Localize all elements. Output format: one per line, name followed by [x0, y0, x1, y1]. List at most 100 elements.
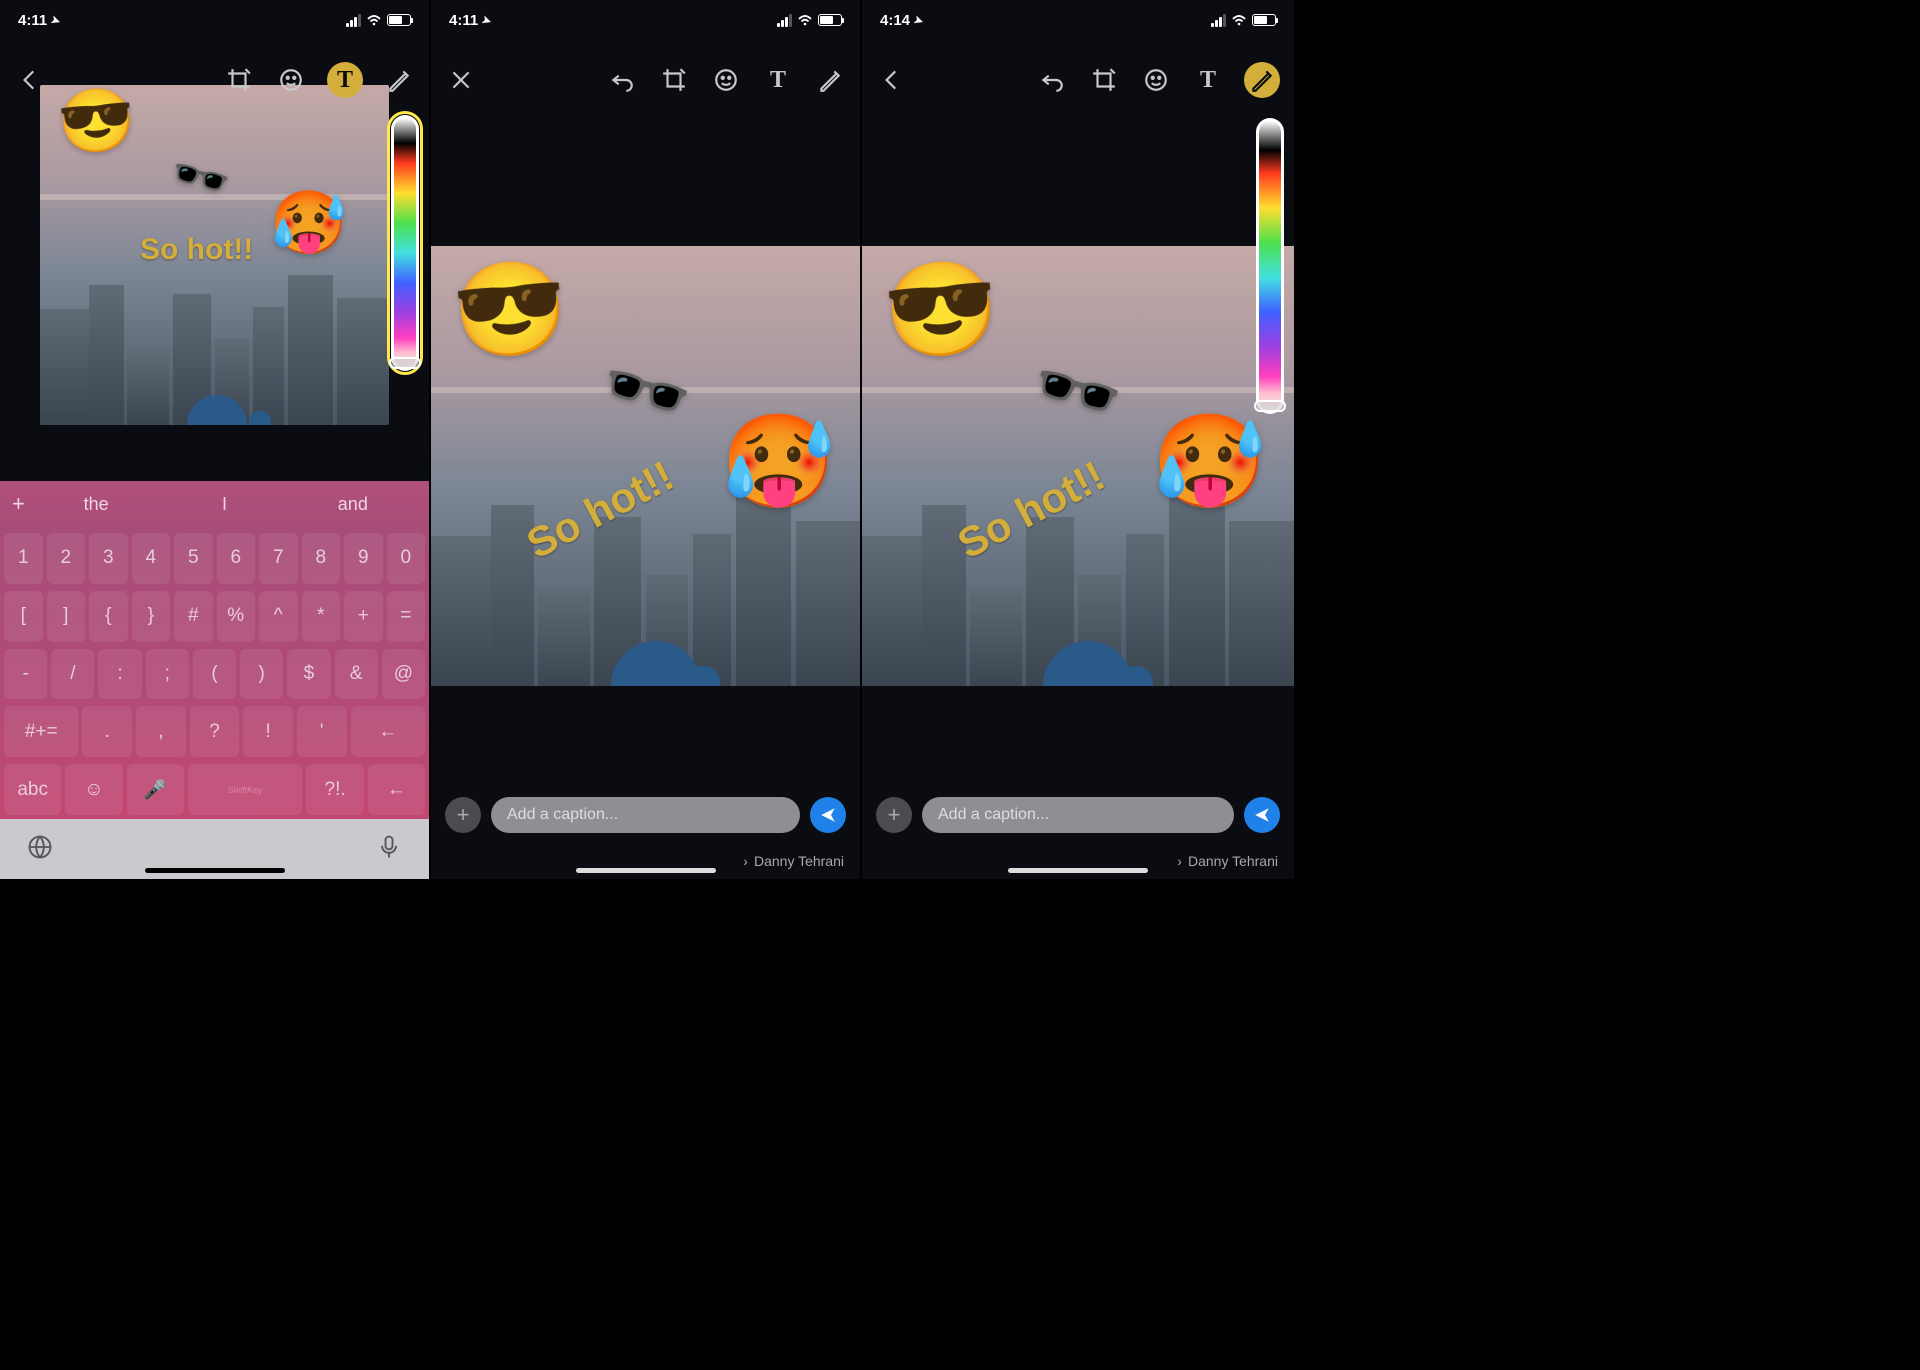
key[interactable]: ; [146, 649, 189, 700]
emoji-cool[interactable]: 😎 [880, 259, 1002, 361]
photo-canvas[interactable]: 😎 🕶️ 🥵 So hot!! [431, 246, 860, 686]
editor-toolbar: T [431, 55, 860, 105]
key-mic[interactable]: 🎤 [127, 764, 184, 815]
key[interactable]: 7 [259, 533, 298, 584]
crop-icon[interactable] [223, 64, 255, 96]
battery-icon [1252, 14, 1276, 26]
key-backspace[interactable]: ← [351, 706, 425, 757]
key[interactable]: @ [382, 649, 425, 700]
sticker-icon[interactable] [275, 64, 307, 96]
wifi-icon [366, 14, 382, 26]
key-punct[interactable]: ?!. [306, 764, 363, 815]
suggestion-1[interactable]: the [32, 494, 160, 515]
text-overlay[interactable]: So hot!! [140, 233, 253, 267]
sticker-icon[interactable] [1140, 64, 1172, 96]
key[interactable]: # [174, 591, 213, 642]
suggestion-3[interactable]: and [289, 494, 417, 515]
draw-icon[interactable] [814, 64, 846, 96]
key[interactable]: 5 [174, 533, 213, 584]
back-button[interactable] [876, 64, 908, 96]
key[interactable]: } [132, 591, 171, 642]
key-return[interactable]: ← [368, 764, 425, 815]
key[interactable]: + [344, 591, 383, 642]
key[interactable]: ? [190, 706, 240, 757]
crop-icon[interactable] [658, 64, 690, 96]
key[interactable]: , [136, 706, 186, 757]
key[interactable]: ) [240, 649, 283, 700]
key[interactable]: ' [297, 706, 347, 757]
key[interactable]: ( [193, 649, 236, 700]
key[interactable]: ^ [259, 591, 298, 642]
status-time: 4:14 [880, 12, 910, 29]
suggestion-2[interactable]: I [160, 494, 288, 515]
text-tool-button[interactable]: T [1192, 64, 1224, 96]
key-abc[interactable]: abc [4, 764, 61, 815]
globe-icon[interactable] [26, 833, 54, 866]
back-button[interactable] [14, 64, 46, 96]
keyboard: + the I and 1234567890 []{}#%^*+= -/:;()… [0, 481, 429, 879]
home-indicator[interactable] [576, 868, 716, 873]
recipient-row[interactable]: ›Danny Tehrani [1177, 853, 1278, 869]
key[interactable]: ] [47, 591, 86, 642]
add-media-button[interactable]: + [445, 797, 481, 833]
key[interactable]: [ [4, 591, 43, 642]
key-symbols[interactable]: #+= [4, 706, 78, 757]
key-space[interactable]: SwiftKey [188, 764, 303, 815]
key[interactable]: { [89, 591, 128, 642]
close-button[interactable] [445, 64, 477, 96]
photo-canvas[interactable]: 😎 🕶️ 🥵 So hot!! [862, 246, 1294, 686]
key[interactable]: . [82, 706, 132, 757]
key[interactable]: * [302, 591, 341, 642]
key[interactable]: 1 [4, 533, 43, 584]
text-tool-button[interactable]: T [327, 62, 363, 98]
signal-icon [777, 14, 792, 27]
key[interactable]: / [51, 649, 94, 700]
emoji-cool[interactable]: 😎 [449, 259, 571, 361]
emoji-glasses[interactable]: 🕶️ [165, 148, 235, 210]
key-emoji[interactable]: ☺ [65, 764, 122, 815]
send-button[interactable] [1244, 797, 1280, 833]
key[interactable]: 3 [89, 533, 128, 584]
key[interactable]: ! [243, 706, 293, 757]
key[interactable]: 2 [47, 533, 86, 584]
color-slider[interactable] [1256, 118, 1284, 414]
add-media-button[interactable]: + [876, 797, 912, 833]
screen-text-edit: 4:11➤ T 😎 🕶️ 🥵 So hot!! + the I and [0, 0, 431, 879]
home-indicator[interactable] [1008, 868, 1148, 873]
color-slider-knob[interactable] [1254, 400, 1286, 412]
sticker-icon[interactable] [710, 64, 742, 96]
location-icon: ➤ [912, 12, 925, 27]
key[interactable]: = [387, 591, 426, 642]
key[interactable]: - [4, 649, 47, 700]
color-slider[interactable] [391, 115, 419, 371]
draw-icon[interactable] [1244, 62, 1280, 98]
key[interactable]: & [335, 649, 378, 700]
draw-icon[interactable] [383, 64, 415, 96]
color-slider-knob[interactable] [389, 357, 421, 369]
caption-bar: + Add a caption... [862, 791, 1294, 839]
caption-input[interactable]: Add a caption... [491, 797, 800, 833]
key[interactable]: % [217, 591, 256, 642]
undo-icon[interactable] [1036, 64, 1068, 96]
mic-icon[interactable] [375, 833, 403, 866]
battery-icon [387, 14, 411, 26]
crop-icon[interactable] [1088, 64, 1120, 96]
undo-icon[interactable] [606, 64, 638, 96]
caption-input[interactable]: Add a caption... [922, 797, 1234, 833]
key[interactable]: $ [287, 649, 330, 700]
location-icon: ➤ [480, 12, 493, 27]
key[interactable]: 6 [217, 533, 256, 584]
screen-preview: 4:11➤ T 😎 🕶️ 🥵 So hot!! + Add a caption.… [431, 0, 862, 879]
suggestion-plus[interactable]: + [12, 491, 32, 517]
photo-canvas[interactable]: 😎 🕶️ 🥵 So hot!! [40, 85, 389, 425]
recipient-row[interactable]: ›Danny Tehrani [743, 853, 844, 869]
send-button[interactable] [810, 797, 846, 833]
key[interactable]: : [98, 649, 141, 700]
key[interactable]: 8 [302, 533, 341, 584]
home-indicator[interactable] [145, 868, 285, 873]
key[interactable]: 4 [132, 533, 171, 584]
status-time: 4:11 [18, 12, 47, 29]
key[interactable]: 9 [344, 533, 383, 584]
text-tool-button[interactable]: T [762, 64, 794, 96]
key[interactable]: 0 [387, 533, 426, 584]
